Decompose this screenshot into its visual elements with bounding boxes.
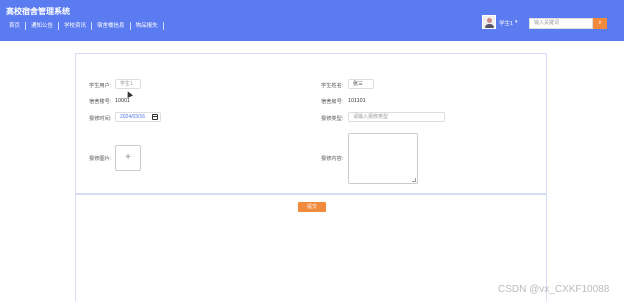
search-icon[interactable]: ⌕ <box>593 18 607 29</box>
dorm-room-value: 101101 <box>348 98 366 104</box>
student-name-label: 学生姓名: <box>321 83 344 89</box>
student-account-field[interactable]: 学生1 <box>115 79 141 89</box>
avatar[interactable] <box>482 15 496 29</box>
chevron-down-icon[interactable]: ▾ <box>515 19 518 25</box>
image-upload-button[interactable]: + <box>115 145 141 171</box>
divider <box>75 193 547 195</box>
top-navbar: 高校宿舍管理系统 首页 通知公告 学校资讯 宿舍楼信息 物品报失 学生1 ▾ 输… <box>0 0 624 41</box>
dorm-building-value: 10001 <box>115 98 130 104</box>
repair-type-label: 报修类型: <box>321 116 344 122</box>
avatar-body <box>485 24 494 28</box>
dorm-building-label: 宿舍楼号: <box>89 99 112 105</box>
avatar-head <box>487 18 492 23</box>
repair-date-label: 报修时间: <box>89 116 112 122</box>
username[interactable]: 学生1 <box>499 19 513 27</box>
dorm-room-label: 宿舍房号: <box>321 99 344 105</box>
repair-content-label: 报修内容: <box>321 156 344 162</box>
form-panel <box>75 53 547 301</box>
nav-item-notices[interactable]: 通知公告 <box>26 22 60 30</box>
repair-image-label: 报修图片: <box>89 156 112 162</box>
watermark: CSDN @vx_CXKF10088 <box>498 284 610 295</box>
submit-button[interactable]: 提交 <box>298 202 326 212</box>
student-account-label: 学生用户: <box>89 83 112 89</box>
search-input[interactable]: 输入关键词 <box>529 18 593 29</box>
nav-item-lost-items[interactable]: 物品报失 <box>131 22 164 30</box>
resize-handle-icon[interactable] <box>412 178 416 182</box>
nav-item-home[interactable]: 首页 <box>4 22 27 30</box>
nav-item-news[interactable]: 学校资讯 <box>59 22 93 30</box>
main-nav: 首页 通知公告 学校资讯 宿舍楼信息 物品报失 <box>4 22 164 30</box>
nav-item-dorm-buildings[interactable]: 宿舍楼信息 <box>92 22 131 30</box>
student-name-field[interactable]: 张三 <box>348 79 374 89</box>
calendar-icon[interactable] <box>152 114 158 120</box>
site-title: 高校宿舍管理系统 <box>6 7 70 16</box>
repair-content-textarea[interactable] <box>348 133 418 184</box>
repair-type-field[interactable]: 请输入报修类型 <box>348 112 445 122</box>
